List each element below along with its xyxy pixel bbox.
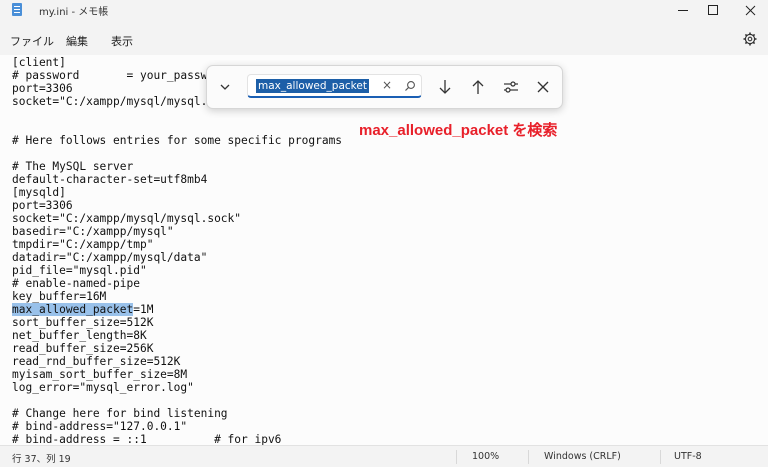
editor-line: # bind-address = ::1 # for ipv6 [12,433,282,445]
zoom-level: 100% [472,451,500,462]
menu-bar: ファイル 編集 表示 [0,20,768,58]
editor-line: default-character-set=utf8mb4 [12,173,208,186]
arrow-up-icon[interactable] [468,77,488,97]
close-window-button[interactable] [735,0,765,20]
menu-edit[interactable]: 編集 [66,33,88,49]
editor-line: sort_buffer_size=512K [12,316,154,329]
editor-line: [client] [12,56,66,69]
editor-line: # bind-address="127.0.0.1" [12,420,188,433]
menu-view[interactable]: 表示 [111,33,133,49]
status-divider [528,450,529,464]
arrow-down-icon[interactable] [435,77,455,97]
editor-line: # Here follows entries for some specific… [12,134,343,147]
editor-line: key_buffer=16M [12,290,107,303]
editor-line: tmpdir="C:/xampp/tmp" [12,238,154,251]
chevron-down-icon[interactable] [217,79,233,95]
editor-line: port=3306 [12,82,73,95]
gear-icon[interactable] [743,32,757,46]
editor-line: pid_file="mysql.pid" [12,264,147,277]
minimize-icon [678,9,688,11]
editor-line: # The MySQL server [12,160,134,173]
menu-file[interactable]: ファイル [10,33,54,49]
editor-line-highlighted: max_allowed_packet=1M [12,303,153,316]
editor-line: read_rnd_buffer_size=512K [12,355,181,368]
title-bar: my.ini - メモ帳 [0,0,768,20]
close-icon[interactable] [533,77,553,97]
notepad-icon [12,3,22,16]
status-divider [456,450,457,464]
status-bar: 行 37、列 19 100% Windows (CRLF) UTF-8 [0,445,768,467]
close-icon [745,5,755,15]
editor-line: myisam_sort_buffer_size=8M [12,368,188,381]
cursor-position: 行 37、列 19 [12,454,71,465]
find-input[interactable]: max_allowed_packet × [247,74,422,98]
maximize-button[interactable] [698,0,728,20]
encoding: UTF-8 [674,451,702,462]
text-editor[interactable]: [client] # password = your_password port… [0,55,768,445]
editor-line: net_buffer_length=8K [12,329,147,342]
window-title: my.ini - メモ帳 [39,7,109,18]
editor-line: read_buffer_size=256K [12,342,154,355]
annotation-text: max_allowed_packet を検索 [359,122,558,139]
editor-line: datadir="C:/xampp/mysql/data" [12,251,208,264]
editor-line: socket="C:/xampp/mysql/mysql.sock" [12,212,242,225]
editor-line-rest: =1M [133,303,154,316]
find-bar: max_allowed_packet × [206,65,563,109]
editor-line: log_error="mysql_error.log" [12,381,194,394]
sliders-icon[interactable] [501,77,521,97]
minimize-button[interactable] [668,0,698,20]
editor-line: [mysqld] [12,186,66,199]
editor-line: # Change here for bind listening [12,407,228,420]
notepad-window: my.ini - メモ帳 ファイル 編集 表示 [client] # passw… [0,0,768,467]
editor-line: # enable-named-pipe [12,277,140,290]
status-divider [660,450,661,464]
find-input-value: max_allowed_packet [256,79,369,93]
line-ending: Windows (CRLF) [544,451,621,462]
editor-line: # password = your_password [12,69,228,82]
editor-line: basedir="C:/xampp/mysql" [12,225,174,238]
clear-search-button[interactable]: × [382,78,392,92]
search-match: max_allowed_packet [12,303,134,316]
maximize-icon [708,5,718,15]
editor-line: port=3306 [12,199,73,212]
search-icon[interactable] [404,80,416,92]
